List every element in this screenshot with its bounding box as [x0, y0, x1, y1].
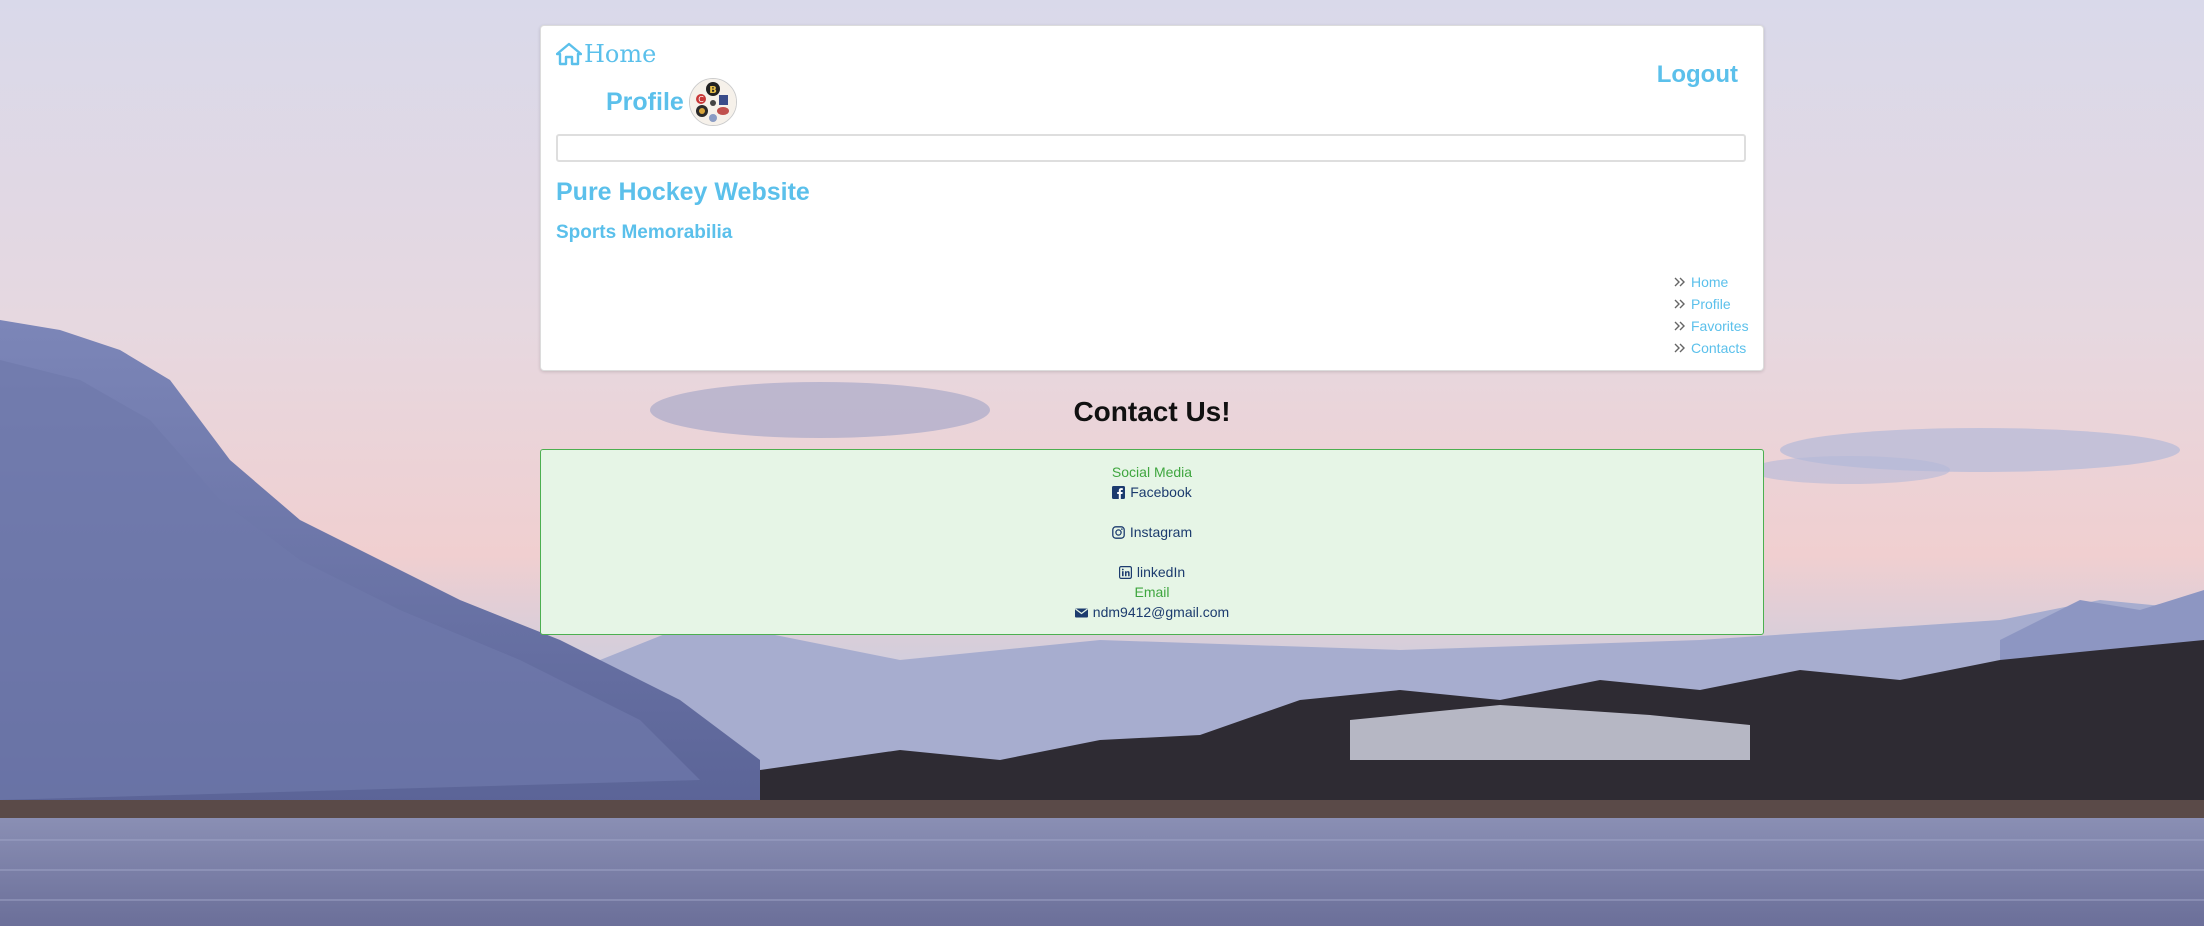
- home-icon: [556, 42, 582, 66]
- side-nav-item-profile: Profile: [1673, 293, 1749, 315]
- chevron-double-right-icon: [1674, 321, 1685, 331]
- header-card: Home Profile B C Logout Pure Hockey Webs…: [540, 25, 1764, 371]
- chevron-double-right-icon: [1674, 299, 1685, 309]
- side-nav-item-home: Home: [1673, 271, 1749, 293]
- page-title: Pure Hockey Website: [556, 178, 810, 206]
- side-nav-link-home[interactable]: Home: [1691, 274, 1728, 290]
- chevron-double-right-icon: [1674, 277, 1685, 287]
- side-nav-link-contacts[interactable]: Contacts: [1691, 340, 1746, 356]
- svg-text:C: C: [698, 95, 704, 104]
- instagram-link[interactable]: Instagram: [1130, 522, 1192, 542]
- instagram-icon: [1112, 525, 1125, 539]
- envelope-icon: [1074, 608, 1088, 617]
- linkedin-icon: [1118, 565, 1132, 579]
- facebook-icon: [1112, 485, 1126, 499]
- logout-link[interactable]: Logout: [1657, 61, 1738, 89]
- side-nav-item-favorites: Favorites: [1673, 315, 1749, 337]
- svg-text:B: B: [709, 85, 717, 96]
- page-subtitle: Sports Memorabilia: [556, 222, 733, 243]
- home-link-label: Home: [584, 40, 657, 68]
- email-row: ndm9412@gmail.com: [541, 602, 1763, 622]
- avatar[interactable]: B C: [688, 78, 737, 126]
- side-nav-item-contacts: Contacts: [1673, 337, 1749, 359]
- contact-heading: Contact Us!: [1073, 396, 1231, 427]
- side-nav-link-profile[interactable]: Profile: [1691, 296, 1731, 312]
- side-nav-link-favorites[interactable]: Favorites: [1691, 318, 1749, 334]
- facebook-link[interactable]: Facebook: [1130, 482, 1191, 502]
- instagram-row: Instagram: [541, 522, 1763, 542]
- side-nav: Home Profile Favorites Contacts: [1673, 271, 1749, 359]
- profile-link[interactable]: Profile: [606, 88, 684, 117]
- chevron-double-right-icon: [1674, 343, 1685, 353]
- contact-box: Social Media Facebook Instagram linkedIn…: [540, 449, 1764, 635]
- search-input[interactable]: [556, 134, 1746, 162]
- social-media-label: Social Media: [1111, 464, 1193, 480]
- email-label: Email: [1134, 584, 1170, 600]
- facebook-row: Facebook: [541, 482, 1763, 502]
- linkedin-link[interactable]: linkedIn: [1137, 562, 1185, 582]
- email-link[interactable]: ndm9412@gmail.com: [1093, 602, 1229, 622]
- home-link[interactable]: Home: [556, 40, 656, 68]
- profile-row: Profile B C: [606, 78, 737, 126]
- linkedin-row: linkedIn: [541, 562, 1763, 582]
